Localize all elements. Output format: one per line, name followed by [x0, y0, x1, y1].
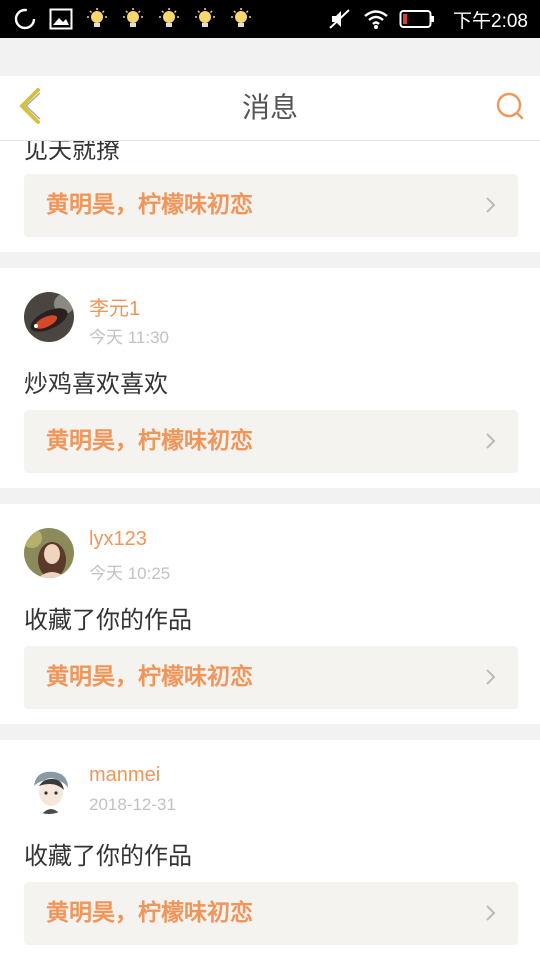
message-card: 见天就撩 黄明昊，柠檬味初恋 — [0, 140, 540, 252]
top-spacer — [0, 38, 540, 76]
work-link[interactable]: 黄明昊，柠檬味初恋 — [24, 174, 518, 237]
message-card: lyx123 今天 10:25 收藏了你的作品 黄明昊，柠檬味初恋 — [0, 504, 540, 724]
username[interactable]: manmei — [89, 764, 160, 787]
message-card: 李元1 今天 11:30 炒鸡喜欢喜欢 黄明昊，柠檬味初恋 — [0, 268, 540, 488]
lightbulb-icon — [228, 6, 254, 32]
chevron-right-icon — [486, 905, 496, 921]
wifi-icon — [363, 6, 389, 32]
status-time: 下午2:08 — [453, 10, 528, 32]
work-title: 黄明昊，柠檬味初恋 — [46, 428, 253, 454]
battery-low-icon — [399, 6, 435, 32]
lightbulb-icon — [156, 6, 182, 32]
status-bar: 下午2:08 — [0, 0, 540, 38]
work-link[interactable]: 黄明昊，柠檬味初恋 — [24, 646, 518, 709]
chevron-right-icon — [486, 669, 496, 685]
message-text: 炒鸡喜欢喜欢 — [24, 370, 168, 398]
lightbulb-icon — [192, 6, 218, 32]
page-title: 消息 — [241, 91, 298, 124]
message-text: 见天就撩 — [24, 140, 120, 164]
avatar[interactable] — [24, 528, 74, 578]
loading-icon — [12, 6, 38, 32]
lightbulb-icon — [84, 6, 110, 32]
avatar[interactable] — [24, 292, 74, 342]
search-button[interactable] — [492, 90, 528, 126]
app-header: 消息 — [0, 76, 540, 141]
timestamp: 2018-12-31 — [89, 795, 176, 814]
chevron-right-icon — [486, 197, 496, 213]
timestamp: 今天 10:25 — [89, 564, 171, 583]
work-link[interactable]: 黄明昊，柠檬味初恋 — [24, 882, 518, 945]
mute-icon — [327, 6, 353, 32]
message-card: manmei 2018-12-31 收藏了你的作品 黄明昊，柠檬味初恋 — [0, 740, 540, 960]
work-title: 黄明昊，柠檬味初恋 — [46, 192, 253, 218]
search-icon — [495, 91, 525, 125]
message-text: 收藏了你的作品 — [24, 842, 192, 870]
avatar[interactable] — [24, 764, 74, 814]
chevron-right-icon — [486, 433, 496, 449]
username[interactable]: 李元1 — [89, 292, 140, 321]
work-title: 黄明昊，柠檬味初恋 — [46, 900, 253, 926]
lightbulb-icon — [120, 6, 146, 32]
username[interactable]: lyx123 — [89, 528, 147, 551]
message-list[interactable]: 见天就撩 黄明昊，柠檬味初恋 李元1 今天 11:30 炒鸡喜欢喜欢 黄明昊，柠… — [0, 140, 540, 960]
image-icon — [48, 6, 74, 32]
message-text: 收藏了你的作品 — [24, 606, 192, 634]
work-link[interactable]: 黄明昊，柠檬味初恋 — [24, 410, 518, 473]
timestamp: 今天 11:30 — [89, 328, 170, 347]
work-title: 黄明昊，柠檬味初恋 — [46, 664, 253, 690]
